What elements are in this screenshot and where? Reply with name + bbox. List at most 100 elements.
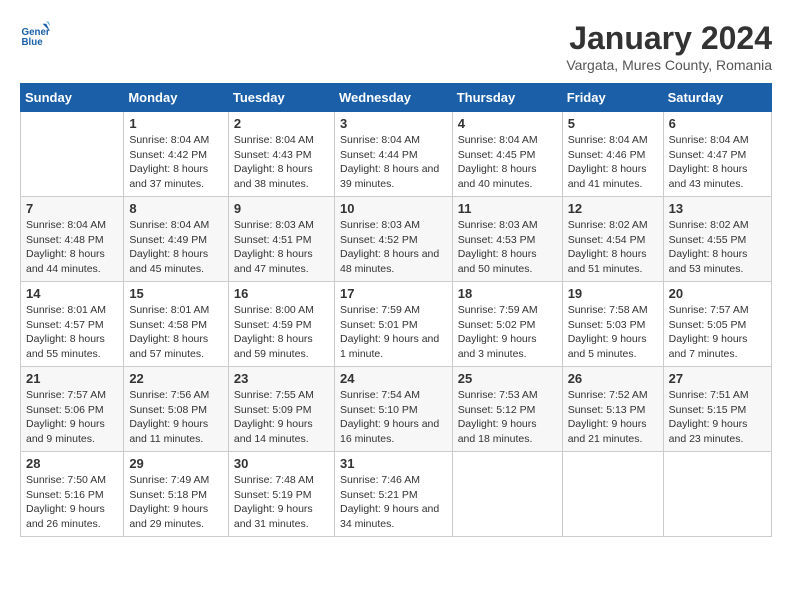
day-number: 15	[129, 286, 223, 301]
day-info: Sunrise: 8:04 AMSunset: 4:43 PMDaylight:…	[234, 133, 329, 192]
day-cell: 27Sunrise: 7:51 AMSunset: 5:15 PMDayligh…	[663, 367, 771, 452]
day-number: 9	[234, 201, 329, 216]
day-number: 2	[234, 116, 329, 131]
day-info: Sunrise: 7:56 AMSunset: 5:08 PMDaylight:…	[129, 388, 223, 447]
day-cell: 21 Sunrise: 7:57 AMSunset: 5:06 PMDayligh…	[21, 367, 124, 452]
col-header-sunday: Sunday	[21, 84, 124, 112]
day-info: Sunrise: 8:03 AMSunset: 4:52 PMDaylight:…	[340, 218, 447, 277]
day-cell: 30 Sunrise: 7:48 AMSunset: 5:19 PMDayligh…	[228, 452, 334, 537]
day-number: 5	[568, 116, 658, 131]
day-cell: 3 Sunrise: 8:04 AMSunset: 4:44 PMDaylight…	[334, 112, 452, 197]
day-number: 6	[669, 116, 766, 131]
day-number: 4	[458, 116, 557, 131]
week-row-4: 21 Sunrise: 7:57 AMSunset: 5:06 PMDayligh…	[21, 367, 772, 452]
day-cell: 1 Sunrise: 8:04 AMSunset: 4:42 PMDaylight…	[124, 112, 229, 197]
day-cell: 17 Sunrise: 7:59 AMSunset: 5:01 PMDayligh…	[334, 282, 452, 367]
day-cell	[452, 452, 562, 537]
day-info: Sunrise: 8:02 AMSunset: 4:54 PMDaylight:…	[568, 218, 658, 277]
month-title: January 2024	[566, 20, 772, 57]
day-number: 26	[568, 371, 658, 386]
day-cell: 10 Sunrise: 8:03 AMSunset: 4:52 PMDayligh…	[334, 197, 452, 282]
day-number: 16	[234, 286, 329, 301]
day-number: 23	[234, 371, 329, 386]
day-number: 1	[129, 116, 223, 131]
day-number: 30	[234, 456, 329, 471]
day-number: 3	[340, 116, 447, 131]
day-info: Sunrise: 7:58 AMSunset: 5:03 PMDaylight:…	[568, 303, 658, 362]
day-info: Sunrise: 7:57 AMSunset: 5:05 PMDaylight:…	[669, 303, 766, 362]
day-info: Sunrise: 7:49 AMSunset: 5:18 PMDaylight:…	[129, 473, 223, 532]
day-info: Sunrise: 7:53 AMSunset: 5:12 PMDaylight:…	[458, 388, 557, 447]
day-number: 17	[340, 286, 447, 301]
day-cell	[663, 452, 771, 537]
col-header-wednesday: Wednesday	[334, 84, 452, 112]
day-cell	[562, 452, 663, 537]
day-info: Sunrise: 7:57 AMSunset: 5:06 PMDaylight:…	[26, 388, 118, 447]
day-info: Sunrise: 8:03 AMSunset: 4:53 PMDaylight:…	[458, 218, 557, 277]
day-info: Sunrise: 8:04 AMSunset: 4:42 PMDaylight:…	[129, 133, 223, 192]
day-info: Sunrise: 7:52 AMSunset: 5:13 PMDaylight:…	[568, 388, 658, 447]
day-cell: 9 Sunrise: 8:03 AMSunset: 4:51 PMDaylight…	[228, 197, 334, 282]
day-number: 28	[26, 456, 118, 471]
day-cell: 20 Sunrise: 7:57 AMSunset: 5:05 PMDayligh…	[663, 282, 771, 367]
day-cell: 29Sunrise: 7:49 AMSunset: 5:18 PMDayligh…	[124, 452, 229, 537]
day-cell: 16 Sunrise: 8:00 AMSunset: 4:59 PMDayligh…	[228, 282, 334, 367]
location-subtitle: Vargata, Mures County, Romania	[566, 57, 772, 73]
week-row-5: 28 Sunrise: 7:50 AMSunset: 5:16 PMDayligh…	[21, 452, 772, 537]
day-cell: 7 Sunrise: 8:04 AMSunset: 4:48 PMDaylight…	[21, 197, 124, 282]
day-info: Sunrise: 8:04 AMSunset: 4:46 PMDaylight:…	[568, 133, 658, 192]
day-number: 11	[458, 201, 557, 216]
day-cell: 4 Sunrise: 8:04 AMSunset: 4:45 PMDaylight…	[452, 112, 562, 197]
day-info: Sunrise: 8:00 AMSunset: 4:59 PMDaylight:…	[234, 303, 329, 362]
day-number: 25	[458, 371, 557, 386]
page-header: General Blue January 2024 Vargata, Mures…	[20, 20, 772, 73]
day-number: 8	[129, 201, 223, 216]
day-number: 31	[340, 456, 447, 471]
day-cell: 6 Sunrise: 8:04 AMSunset: 4:47 PMDaylight…	[663, 112, 771, 197]
day-cell	[21, 112, 124, 197]
day-number: 12	[568, 201, 658, 216]
col-header-monday: Monday	[124, 84, 229, 112]
day-info: Sunrise: 8:03 AMSunset: 4:51 PMDaylight:…	[234, 218, 329, 277]
week-row-2: 7 Sunrise: 8:04 AMSunset: 4:48 PMDaylight…	[21, 197, 772, 282]
logo: General Blue	[20, 20, 55, 50]
svg-text:Blue: Blue	[22, 37, 44, 48]
day-info: Sunrise: 7:59 AMSunset: 5:02 PMDaylight:…	[458, 303, 557, 362]
day-number: 20	[669, 286, 766, 301]
week-row-1: 1 Sunrise: 8:04 AMSunset: 4:42 PMDaylight…	[21, 112, 772, 197]
day-info: Sunrise: 8:04 AMSunset: 4:49 PMDaylight:…	[129, 218, 223, 277]
day-number: 18	[458, 286, 557, 301]
day-cell: 19Sunrise: 7:58 AMSunset: 5:03 PMDayligh…	[562, 282, 663, 367]
day-info: Sunrise: 7:55 AMSunset: 5:09 PMDaylight:…	[234, 388, 329, 447]
day-cell: 23 Sunrise: 7:55 AMSunset: 5:09 PMDayligh…	[228, 367, 334, 452]
day-info: Sunrise: 7:48 AMSunset: 5:19 PMDaylight:…	[234, 473, 329, 532]
day-cell: 25 Sunrise: 7:53 AMSunset: 5:12 PMDayligh…	[452, 367, 562, 452]
day-info: Sunrise: 8:01 AMSunset: 4:58 PMDaylight:…	[129, 303, 223, 362]
day-number: 10	[340, 201, 447, 216]
col-header-thursday: Thursday	[452, 84, 562, 112]
day-cell: 8 Sunrise: 8:04 AMSunset: 4:49 PMDaylight…	[124, 197, 229, 282]
day-info: Sunrise: 7:50 AMSunset: 5:16 PMDaylight:…	[26, 473, 118, 532]
day-number: 13	[669, 201, 766, 216]
day-cell: 12 Sunrise: 8:02 AMSunset: 4:54 PMDayligh…	[562, 197, 663, 282]
title-section: January 2024 Vargata, Mures County, Roma…	[566, 20, 772, 73]
day-number: 24	[340, 371, 447, 386]
day-number: 7	[26, 201, 118, 216]
day-number: 21	[26, 371, 118, 386]
day-info: Sunrise: 8:04 AMSunset: 4:48 PMDaylight:…	[26, 218, 118, 277]
day-info: Sunrise: 8:02 AMSunset: 4:55 PMDaylight:…	[669, 218, 766, 277]
day-cell: 24 Sunrise: 7:54 AMSunset: 5:10 PMDayligh…	[334, 367, 452, 452]
day-info: Sunrise: 7:59 AMSunset: 5:01 PMDaylight:…	[340, 303, 447, 362]
day-info: Sunrise: 8:04 AMSunset: 4:45 PMDaylight:…	[458, 133, 557, 192]
day-info: Sunrise: 8:04 AMSunset: 4:47 PMDaylight:…	[669, 133, 766, 192]
day-cell: 14Sunrise: 8:01 AMSunset: 4:57 PMDayligh…	[21, 282, 124, 367]
day-cell: 11 Sunrise: 8:03 AMSunset: 4:53 PMDayligh…	[452, 197, 562, 282]
day-cell: 15 Sunrise: 8:01 AMSunset: 4:58 PMDayligh…	[124, 282, 229, 367]
day-info: Sunrise: 8:04 AMSunset: 4:44 PMDaylight:…	[340, 133, 447, 192]
day-cell: 18 Sunrise: 7:59 AMSunset: 5:02 PMDayligh…	[452, 282, 562, 367]
col-header-tuesday: Tuesday	[228, 84, 334, 112]
day-info: Sunrise: 7:54 AMSunset: 5:10 PMDaylight:…	[340, 388, 447, 447]
day-number: 22	[129, 371, 223, 386]
day-cell: 13 Sunrise: 8:02 AMSunset: 4:55 PMDayligh…	[663, 197, 771, 282]
col-header-friday: Friday	[562, 84, 663, 112]
